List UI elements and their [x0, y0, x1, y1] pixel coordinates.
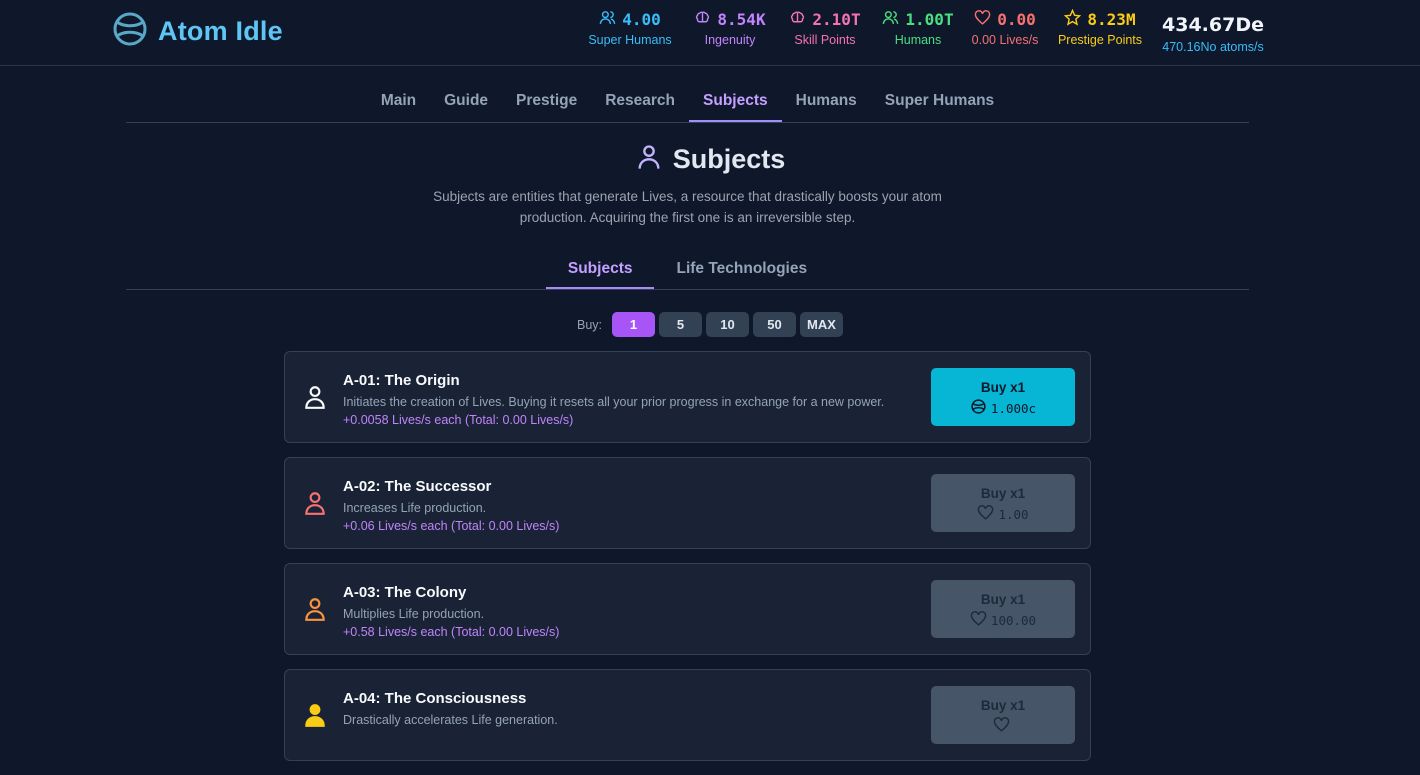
- stat-humans: 1.00T Humans: [868, 8, 968, 47]
- stat-label: 0.00 Lives/s: [971, 33, 1039, 47]
- subject-production: +0.06 Lives/s each (Total: 0.00 Lives/s): [343, 519, 560, 533]
- buy-cost: 1.000c: [990, 400, 1037, 416]
- tab-subjects[interactable]: Subjects: [689, 82, 782, 122]
- subject-card-a02: A-02: The Successor Increases Life produ…: [284, 457, 1091, 549]
- heart-icon: [970, 610, 987, 630]
- subject-description: Increases Life production.: [343, 501, 487, 515]
- atom-logo-icon: [112, 11, 148, 52]
- stat-label: Humans: [894, 33, 942, 47]
- subtab-subjects[interactable]: Subjects: [545, 250, 655, 289]
- heart-icon: [977, 504, 994, 524]
- buy-subject-button[interactable]: Buy x1 1.000c: [931, 368, 1075, 426]
- users-icon: [599, 9, 616, 30]
- page-title: Subjects: [672, 144, 786, 174]
- stat-value: 4.00: [622, 9, 661, 29]
- stat-prestige-points: 8.23M Prestige Points: [1050, 8, 1150, 47]
- buy-qty-10-button[interactable]: 10: [706, 312, 749, 337]
- atom-icon: [970, 398, 987, 418]
- buy-button-label: Buy x1: [980, 486, 1026, 501]
- subject-description: Multiplies Life production.: [343, 607, 485, 621]
- user-icon: [302, 702, 328, 728]
- resource-stats: 4.00 Super Humans 8.54K Ingenuity 2.10T …: [570, 8, 1280, 58]
- stat-ingenuity: 8.54K Ingenuity: [675, 8, 785, 47]
- app-logo[interactable]: Atom Idle: [112, 11, 283, 52]
- subject-name: A-01: The Origin: [343, 372, 460, 389]
- stat-value: 8.23M: [1087, 9, 1136, 29]
- buy-cost: 1.00: [998, 506, 1029, 522]
- stat-label: Skill Points: [794, 33, 856, 47]
- subtab-life-technologies[interactable]: Life Technologies: [654, 250, 829, 289]
- subject-name: A-04: The Consciousness: [343, 690, 527, 707]
- stat-label: Super Humans: [588, 33, 672, 47]
- stat-label: Prestige Points: [1057, 33, 1143, 47]
- stat-skill-points: 2.10T Skill Points: [770, 8, 880, 47]
- stat-value: 0.00: [997, 9, 1036, 29]
- subject-card-a01: A-01: The Origin Initiates the creation …: [284, 351, 1091, 443]
- subject-description: Initiates the creation of Lives. Buying …: [343, 395, 885, 409]
- atoms-counter: 434.67De 470.16No atoms/s: [1162, 14, 1264, 54]
- buy-qty-max-button[interactable]: MAX: [800, 312, 843, 337]
- top-bar: Atom Idle 4.00 Super Humans 8.54K Ingenu…: [0, 0, 1420, 66]
- buy-label: Buy:: [576, 317, 602, 332]
- tab-main[interactable]: Main: [367, 82, 430, 122]
- tab-super-humans[interactable]: Super Humans: [871, 82, 1008, 122]
- brain-icon: [694, 9, 711, 30]
- tab-prestige[interactable]: Prestige: [502, 82, 591, 122]
- stat-label: Ingenuity: [704, 33, 756, 47]
- buy-qty-5-button[interactable]: 5: [659, 312, 702, 337]
- buy-qty-50-button[interactable]: 50: [753, 312, 796, 337]
- subject-name: A-03: The Colony: [343, 584, 467, 601]
- subject-card-a04: A-04: The Consciousness Drastically acce…: [284, 669, 1091, 761]
- atoms-value: 434.67De: [1162, 14, 1264, 36]
- buy-subject-button[interactable]: Buy x1 100.00: [931, 580, 1075, 638]
- heart-icon: [974, 9, 991, 30]
- buy-qty-1-button[interactable]: 1: [612, 312, 655, 337]
- subject-production: +0.0058 Lives/s each (Total: 0.00 Lives/…: [343, 413, 574, 427]
- stat-value: 2.10T: [812, 9, 861, 29]
- subject-production: +0.58 Lives/s each (Total: 0.00 Lives/s): [343, 625, 560, 639]
- buy-subject-button[interactable]: Buy x1: [931, 686, 1075, 744]
- stat-lives: 0.00 0.00 Lives/s: [960, 8, 1050, 48]
- buy-cost: 100.00: [990, 612, 1037, 628]
- users-icon: [882, 9, 899, 30]
- subjects-list: A-01: The Origin Initiates the creation …: [284, 351, 1091, 775]
- stat-value: 8.54K: [717, 9, 766, 29]
- buy-button-label: Buy x1: [980, 592, 1026, 607]
- user-icon: [302, 384, 328, 410]
- page-description: Subjects are entities that generate Live…: [433, 189, 942, 225]
- app-title: Atom Idle: [158, 16, 283, 46]
- user-icon: [302, 596, 328, 622]
- buy-subject-button[interactable]: Buy x1 1.00: [931, 474, 1075, 532]
- buy-button-label: Buy x1: [980, 380, 1026, 395]
- tab-research[interactable]: Research: [591, 82, 689, 122]
- subject-name: A-02: The Successor: [343, 478, 492, 495]
- user-icon: [302, 490, 328, 516]
- subject-description: Drastically accelerates Life generation.: [343, 713, 558, 727]
- stat-super-humans: 4.00 Super Humans: [570, 8, 690, 48]
- user-icon: [635, 143, 663, 176]
- page-header: Subjects: [0, 143, 1420, 176]
- tab-humans[interactable]: Humans: [782, 82, 871, 122]
- subjects-subtabs: Subjects Life Technologies: [126, 250, 1249, 290]
- stat-value: 1.00T: [905, 9, 954, 29]
- brain-icon: [789, 9, 806, 30]
- heart-icon: [993, 716, 1010, 736]
- tab-guide[interactable]: Guide: [430, 82, 502, 122]
- buy-quantity-selector: Buy: 1 5 10 50 MAX: [0, 312, 1420, 337]
- main-nav: Main Guide Prestige Research Subjects Hu…: [126, 82, 1249, 123]
- buy-button-label: Buy x1: [980, 698, 1026, 713]
- subject-card-a03: A-03: The Colony Multiplies Life product…: [284, 563, 1091, 655]
- star-icon: [1064, 8, 1082, 30]
- atoms-rate: 470.16No atoms/s: [1162, 40, 1264, 54]
